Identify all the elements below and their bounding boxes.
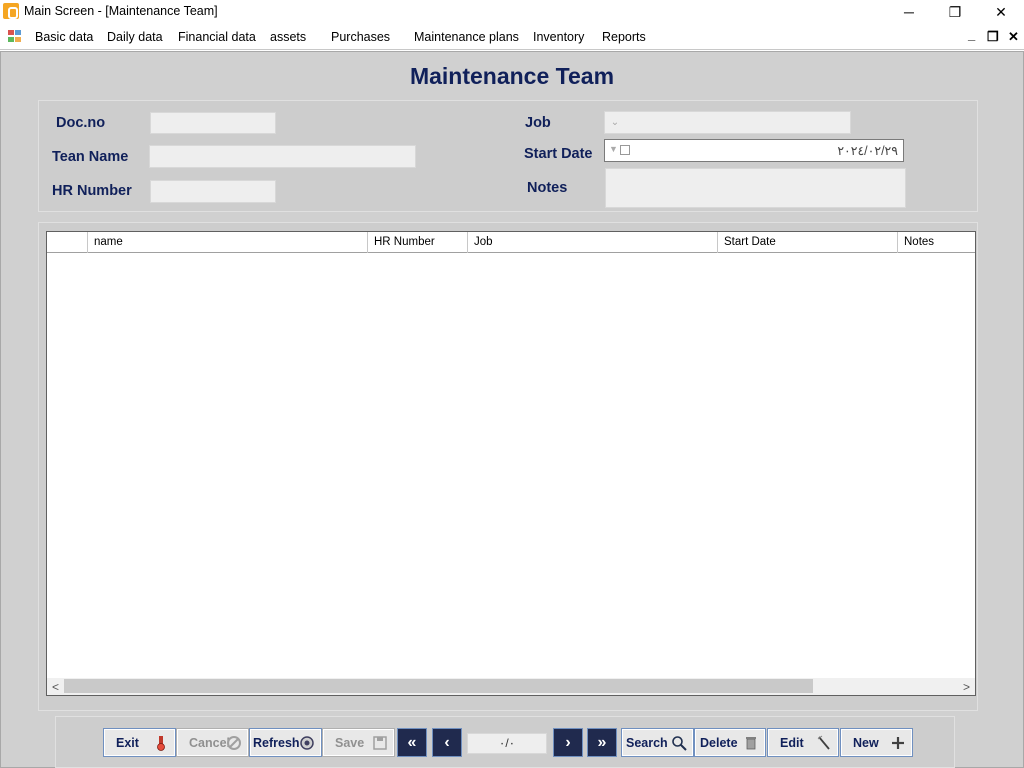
- edit-label: Edit: [780, 735, 804, 750]
- refresh-icon: [300, 736, 314, 750]
- grid-header: name HR Number Job Start Date Notes: [47, 232, 975, 253]
- mdi-child-icon[interactable]: [8, 30, 24, 44]
- team-name-label: Tean Name: [52, 149, 129, 165]
- menu-bar: Basic data Daily data Financial data ass…: [0, 24, 1024, 50]
- menu-assets[interactable]: assets: [270, 30, 306, 44]
- grid-panel: name HR Number Job Start Date Notes < >: [38, 222, 978, 711]
- last-record-button[interactable]: »: [587, 728, 617, 757]
- mdi-close-button[interactable]: ✕: [1008, 29, 1019, 45]
- column-header-name[interactable]: name: [87, 232, 367, 253]
- cancel-icon: [227, 736, 241, 750]
- search-icon: [672, 736, 687, 751]
- edit-button[interactable]: Edit: [767, 728, 839, 757]
- column-header-hr-number[interactable]: HR Number: [367, 232, 467, 253]
- menu-purchases[interactable]: Purchases: [331, 30, 390, 44]
- previous-record-button[interactable]: ‹: [432, 728, 462, 757]
- dropdown-arrow-icon[interactable]: ▼: [609, 144, 618, 154]
- hr-number-label: HR Number: [52, 183, 132, 199]
- minimize-button[interactable]: ─: [886, 0, 932, 24]
- doc-no-label: Doc.no: [56, 115, 106, 131]
- app-icon: [3, 3, 19, 19]
- mdi-restore-button[interactable]: ❐: [987, 29, 999, 45]
- doc-no-field[interactable]: [150, 112, 276, 134]
- cancel-label: Cancel: [189, 735, 230, 750]
- button-toolbar: Exit Cancel Refresh Save « ‹ ٠/٠ › » Sea…: [55, 716, 955, 768]
- refresh-button[interactable]: Refresh: [249, 728, 322, 757]
- chevron-down-icon[interactable]: ⌄: [606, 113, 624, 132]
- floppy-icon: [373, 736, 387, 750]
- job-combobox[interactable]: ⌄: [604, 111, 851, 134]
- menu-inventory[interactable]: Inventory: [533, 30, 584, 44]
- exit-label: Exit: [116, 735, 139, 750]
- hr-number-field[interactable]: [150, 180, 276, 203]
- start-date-value: ٢٠٢٤/٠٢/٢٩: [837, 144, 898, 158]
- menu-financial-data[interactable]: Financial data: [178, 30, 256, 44]
- plus-icon: [892, 737, 904, 749]
- refresh-label: Refresh: [253, 735, 300, 750]
- exit-button[interactable]: Exit: [103, 728, 176, 757]
- next-record-button[interactable]: ›: [553, 728, 583, 757]
- menu-basic-data[interactable]: Basic data: [35, 30, 93, 44]
- start-date-picker[interactable]: ▼ ٢٠٢٤/٠٢/٢٩: [604, 139, 904, 162]
- first-record-button[interactable]: «: [397, 728, 427, 757]
- page-title: Maintenance Team: [409, 63, 615, 89]
- delete-label: Delete: [700, 735, 738, 750]
- scroll-left-icon[interactable]: <: [47, 678, 64, 695]
- input-panel: Doc.no Tean Name HR Number Job ⌄ Start D…: [38, 100, 978, 212]
- scroll-right-icon[interactable]: >: [958, 678, 975, 695]
- mdi-minimize-button[interactable]: _: [968, 27, 975, 42]
- column-header-notes[interactable]: Notes: [897, 232, 975, 253]
- edit-pencil-icon: [817, 735, 830, 750]
- column-header-start-date[interactable]: Start Date: [717, 232, 897, 253]
- window-title: Main Screen - [Maintenance Team]: [24, 4, 218, 18]
- job-label: Job: [525, 115, 551, 131]
- row-header-cell: [47, 232, 87, 253]
- save-button[interactable]: Save: [322, 728, 395, 757]
- team-grid[interactable]: name HR Number Job Start Date Notes < >: [46, 231, 976, 696]
- save-label: Save: [335, 735, 365, 750]
- maximize-button[interactable]: ❐: [932, 0, 978, 24]
- team-name-field[interactable]: [149, 145, 416, 168]
- exit-icon: [157, 736, 165, 751]
- start-date-label: Start Date: [524, 146, 593, 162]
- search-button[interactable]: Search: [621, 728, 694, 757]
- trash-icon: [746, 737, 756, 750]
- new-button[interactable]: New: [840, 728, 913, 757]
- menu-maintenance-plans[interactable]: Maintenance plans: [414, 30, 519, 44]
- close-button[interactable]: ✕: [978, 0, 1024, 24]
- delete-button[interactable]: Delete: [694, 728, 766, 757]
- menu-reports[interactable]: Reports: [602, 30, 646, 44]
- horizontal-scrollbar[interactable]: < >: [47, 678, 975, 695]
- title-bar: Main Screen - [Maintenance Team] ─ ❐ ✕: [0, 0, 1024, 24]
- column-header-job[interactable]: Job: [467, 232, 717, 253]
- cancel-button[interactable]: Cancel: [176, 728, 249, 757]
- notes-label: Notes: [527, 180, 568, 196]
- menu-daily-data[interactable]: Daily data: [107, 30, 163, 44]
- scroll-thumb[interactable]: [64, 679, 813, 693]
- new-label: New: [853, 735, 879, 750]
- form-client-area: Maintenance Team Doc.no Tean Name HR Num…: [0, 51, 1024, 768]
- notes-field[interactable]: [605, 168, 906, 208]
- date-checkbox[interactable]: [620, 145, 630, 155]
- search-label: Search: [626, 735, 668, 750]
- record-pager: ٠/٠: [467, 733, 547, 754]
